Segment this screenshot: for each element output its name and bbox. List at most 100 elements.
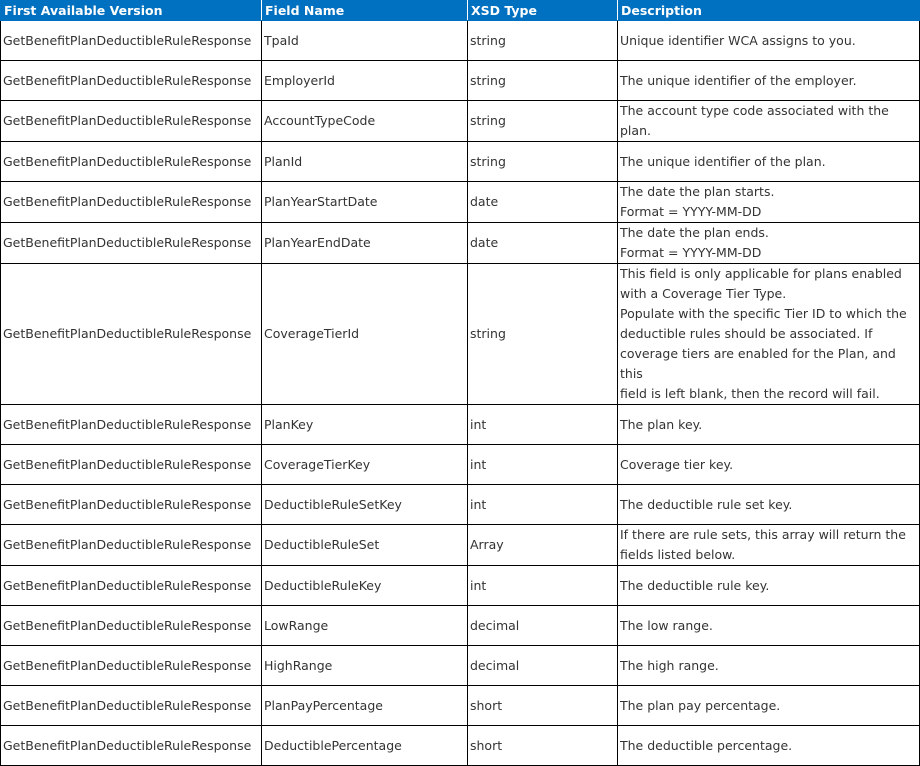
description-cell: The unique identifier of the plan. <box>617 141 920 182</box>
description-cell: The unique identifier of the employer. <box>617 60 920 101</box>
xsd-type-cell: int <box>467 565 618 606</box>
description-line: with a Coverage Tier Type. <box>620 286 787 301</box>
table-row: GetBenefitPlanDeductibleRuleResponse Dedu… <box>0 484 920 525</box>
field-name-cell: PlanYearStartDate <box>261 181 468 223</box>
fields-table: First Available Version Field Name XSD T… <box>0 0 920 766</box>
description-line: The date the plan ends. <box>620 225 769 240</box>
table-row: GetBenefitPlanDeductibleRuleResponse Cove… <box>0 444 920 485</box>
table-row: GetBenefitPlanDeductibleRuleResponse LowR… <box>0 605 920 646</box>
table-row: GetBenefitPlanDeductibleRuleResponse Dedu… <box>0 725 920 766</box>
description-line: deductible rules should be associated. I… <box>620 326 873 341</box>
xsd-type-cell: date <box>467 222 618 264</box>
xsd-type-cell: date <box>467 181 618 223</box>
xsd-type-cell: int <box>467 444 618 485</box>
description-cell: If there are rule sets, this array will … <box>617 524 920 566</box>
description-cell: The date the plan ends. Format = YYYY-MM-… <box>617 222 920 264</box>
field-name-cell: TpaId <box>261 20 468 61</box>
field-name-cell: DeductibleRuleSetKey <box>261 484 468 525</box>
description-cell: The plan pay percentage. <box>617 685 920 726</box>
table-row: GetBenefitPlanDeductibleRuleResponse Acco… <box>0 100 920 142</box>
field-name-cell: PlanId <box>261 141 468 182</box>
xsd-type-cell: short <box>467 725 618 766</box>
version-cell: GetBenefitPlanDeductibleRuleResponse <box>0 524 262 566</box>
description-line: The deductible rule key. <box>620 577 770 593</box>
description-line: Format = YYYY-MM-DD <box>620 204 762 219</box>
description-line: If there are rule sets, this array will … <box>620 527 906 542</box>
description-cell: The low range. <box>617 605 920 646</box>
xsd-type-cell: string <box>467 20 618 61</box>
field-name-cell: AccountTypeCode <box>261 100 468 142</box>
version-cell: GetBenefitPlanDeductibleRuleResponse <box>0 222 262 264</box>
field-name-cell: PlanPayPercentage <box>261 685 468 726</box>
description-line: The account type code associated with th… <box>620 103 889 138</box>
version-cell: GetBenefitPlanDeductibleRuleResponse <box>0 484 262 525</box>
xsd-type-cell: string <box>467 60 618 101</box>
version-cell: GetBenefitPlanDeductibleRuleResponse <box>0 181 262 223</box>
description-line: Unique identifier WCA assigns to you. <box>620 32 856 48</box>
table-row: GetBenefitPlanDeductibleRuleResponse Plan… <box>0 181 920 223</box>
table-body: GetBenefitPlanDeductibleRuleResponse TpaI… <box>0 20 920 766</box>
xsd-type-cell: int <box>467 404 618 445</box>
version-cell: GetBenefitPlanDeductibleRuleResponse <box>0 263 262 405</box>
field-name-cell: LowRange <box>261 605 468 646</box>
description-line: The deductible percentage. <box>620 737 793 753</box>
table-row: GetBenefitPlanDeductibleRuleResponse Empl… <box>0 60 920 101</box>
xsd-type-cell: int <box>467 484 618 525</box>
field-name-cell: CoverageTierKey <box>261 444 468 485</box>
field-name-cell: EmployerId <box>261 60 468 101</box>
field-name-cell: HighRange <box>261 645 468 686</box>
description-cell: The account type code associated with th… <box>617 100 920 142</box>
version-cell: GetBenefitPlanDeductibleRuleResponse <box>0 565 262 606</box>
description-line: The unique identifier of the employer. <box>620 72 857 88</box>
description-cell: This field is only applicable for plans … <box>617 263 920 405</box>
xsd-type-cell: decimal <box>467 605 618 646</box>
version-cell: GetBenefitPlanDeductibleRuleResponse <box>0 404 262 445</box>
version-cell: GetBenefitPlanDeductibleRuleResponse <box>0 60 262 101</box>
description-line: The deductible rule set key. <box>620 496 793 512</box>
field-name-cell: PlanYearEndDate <box>261 222 468 264</box>
version-cell: GetBenefitPlanDeductibleRuleResponse <box>0 100 262 142</box>
header-first-available-version: First Available Version <box>0 0 262 21</box>
xsd-type-cell: decimal <box>467 645 618 686</box>
description-line: The unique identifier of the plan. <box>620 153 826 169</box>
description-line: The date the plan starts. <box>620 184 775 199</box>
description-line: coverage tiers are enabled for the Plan,… <box>620 346 896 381</box>
table-row: GetBenefitPlanDeductibleRuleResponse Dedu… <box>0 565 920 606</box>
table-row: GetBenefitPlanDeductibleRuleResponse Cove… <box>0 263 920 405</box>
header-row: First Available Version Field Name XSD T… <box>0 0 920 21</box>
version-cell: GetBenefitPlanDeductibleRuleResponse <box>0 645 262 686</box>
header-description: Description <box>617 0 920 21</box>
field-name-cell: DeductibleRuleKey <box>261 565 468 606</box>
version-cell: GetBenefitPlanDeductibleRuleResponse <box>0 725 262 766</box>
description-line: field is left blank, then the record wil… <box>620 386 880 401</box>
description-cell: The deductible rule key. <box>617 565 920 606</box>
xsd-type-cell: string <box>467 141 618 182</box>
table-row: GetBenefitPlanDeductibleRuleResponse Plan… <box>0 222 920 264</box>
table-row: GetBenefitPlanDeductibleRuleResponse Plan… <box>0 685 920 726</box>
description-cell: Coverage tier key. <box>617 444 920 485</box>
description-line: fields listed below. <box>620 547 736 562</box>
description-line: This field is only applicable for plans … <box>620 266 902 281</box>
xsd-type-cell: string <box>467 263 618 405</box>
description-cell: The plan key. <box>617 404 920 445</box>
table-row: GetBenefitPlanDeductibleRuleResponse Plan… <box>0 141 920 182</box>
version-cell: GetBenefitPlanDeductibleRuleResponse <box>0 141 262 182</box>
description-cell: The date the plan starts. Format = YYYY-M… <box>617 181 920 223</box>
header-xsd-type: XSD Type <box>467 0 618 21</box>
description-line: The plan key. <box>620 416 703 432</box>
table-row: GetBenefitPlanDeductibleRuleResponse Plan… <box>0 404 920 445</box>
field-name-cell: CoverageTierId <box>261 263 468 405</box>
version-cell: GetBenefitPlanDeductibleRuleResponse <box>0 685 262 726</box>
xsd-type-cell: short <box>467 685 618 726</box>
field-name-cell: DeductiblePercentage <box>261 725 468 766</box>
table-row: GetBenefitPlanDeductibleRuleResponse TpaI… <box>0 20 920 61</box>
xsd-type-cell: string <box>467 100 618 142</box>
field-name-cell: PlanKey <box>261 404 468 445</box>
version-cell: GetBenefitPlanDeductibleRuleResponse <box>0 605 262 646</box>
description-cell: The deductible rule set key. <box>617 484 920 525</box>
description-cell: The deductible percentage. <box>617 725 920 766</box>
description-cell: Unique identifier WCA assigns to you. <box>617 20 920 61</box>
description-line: The low range. <box>620 617 713 633</box>
version-cell: GetBenefitPlanDeductibleRuleResponse <box>0 444 262 485</box>
table-row: GetBenefitPlanDeductibleRuleResponse Dedu… <box>0 524 920 566</box>
